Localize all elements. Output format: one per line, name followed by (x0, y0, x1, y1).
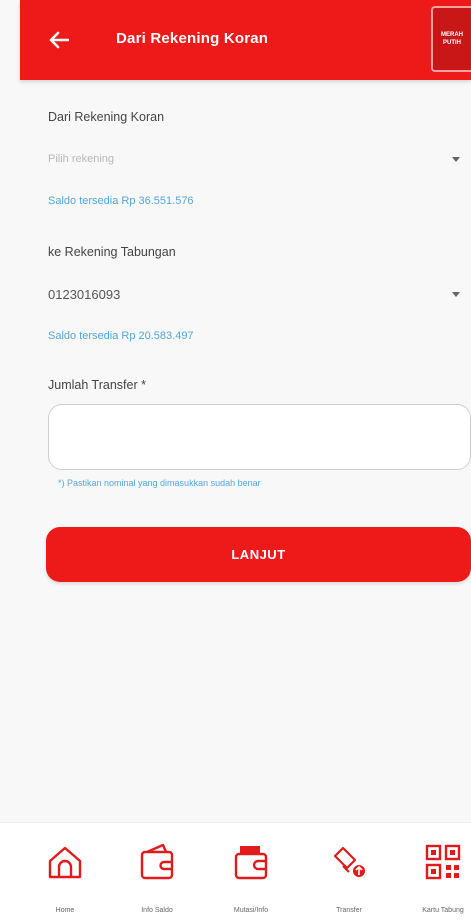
nav-item-mutasi[interactable]: Mutasi/Info (211, 841, 291, 914)
page-title: Dari Rekening Koran (116, 30, 269, 47)
qr-icon (425, 844, 461, 880)
chevron-down-icon (452, 291, 460, 297)
nav-label-kartu: Kartu Tabung (422, 907, 464, 914)
nav-item-kartu[interactable]: Kartu Tabung (403, 841, 471, 914)
to-account-label: ke Rekening Tabungan (48, 245, 176, 259)
to-account-value: 0123016093 (48, 286, 121, 302)
brand-badge-line1: MERAH (441, 32, 463, 38)
from-account-select[interactable]: Pilih rekening (48, 144, 468, 174)
chevron-down-icon (452, 156, 460, 162)
from-account-label: Dari Rekening Koran (48, 110, 165, 124)
app-header: Dari Rekening Koran MERAH PUTIH (20, 0, 471, 80)
from-account-value: Pilih rekening (48, 153, 115, 165)
continue-button[interactable]: LANJUT (46, 527, 471, 582)
nav-label-transfer: Transfer (336, 907, 362, 914)
nav-label-home: Home (55, 907, 75, 914)
from-account-balance: Saldo tersedia Rp 36.551.576 (48, 195, 194, 207)
transfer-icon (333, 846, 365, 877)
to-account-select[interactable]: 0123016093 (48, 279, 468, 309)
screen: Dari Rekening Koran MERAH PUTIH Dari Rek… (0, 0, 471, 922)
wallet-icon (140, 843, 174, 880)
bottom-navigation: Home Info Saldo Mutasi/Info Transfer Kar… (0, 822, 471, 922)
nav-item-info-saldo[interactable]: Info Saldo (117, 841, 197, 914)
amount-label: Jumlah Transfer * (48, 378, 146, 392)
brand-badge[interactable]: MERAH PUTIH (431, 6, 471, 72)
home-icon (48, 846, 82, 879)
wallet-card-icon (234, 846, 268, 880)
nav-item-transfer[interactable]: Transfer (309, 841, 389, 914)
nav-item-home[interactable]: Home (25, 841, 105, 914)
nav-label-info-saldo: Info Saldo (141, 907, 173, 914)
amount-input[interactable] (48, 404, 471, 470)
back-button[interactable] (46, 28, 72, 52)
nav-label-mutasi: Mutasi/Info (233, 907, 269, 914)
to-account-balance: Saldo tersedia Rp 20.583.497 (48, 330, 194, 342)
arrow-left-icon (49, 31, 69, 49)
brand-badge-line2: PUTIH (443, 40, 461, 46)
amount-hint: *) Pastikan nominal yang dimasukkan suda… (58, 478, 261, 488)
